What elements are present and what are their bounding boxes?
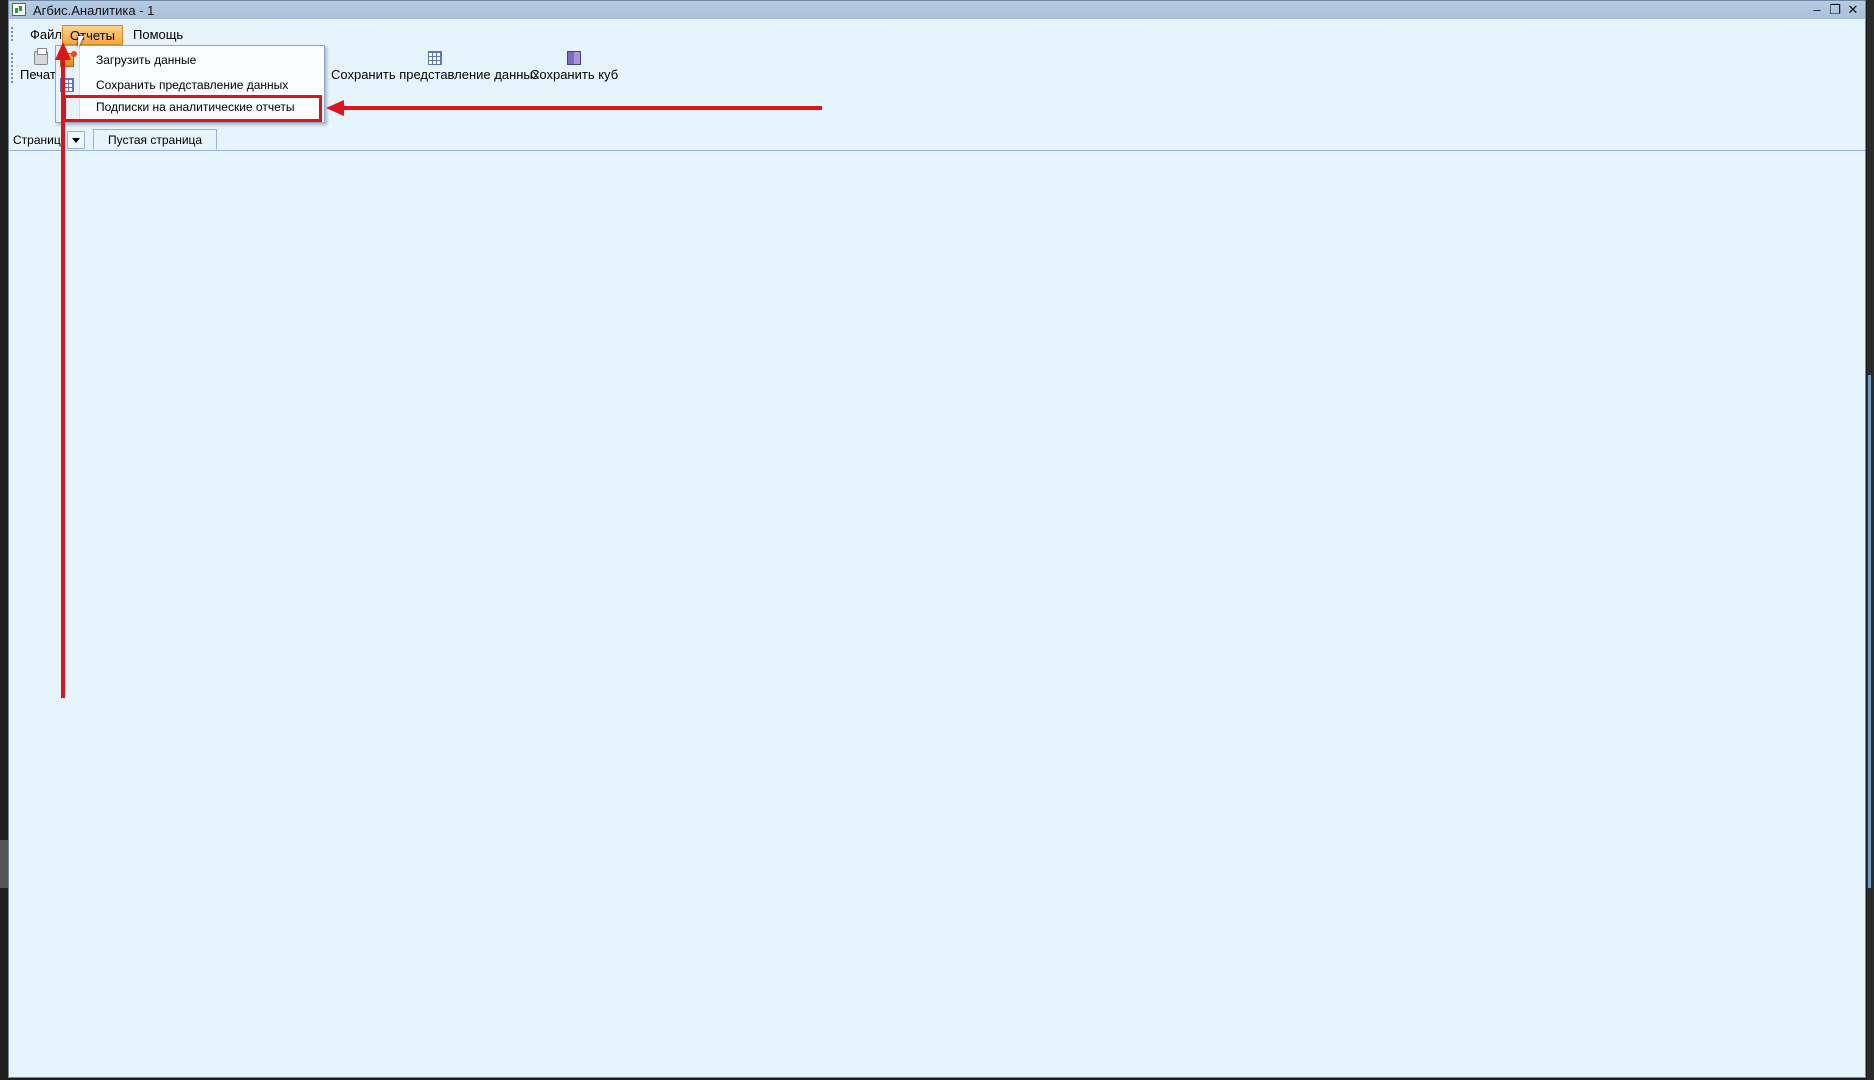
pages-dropdown-button[interactable] [67, 131, 85, 149]
cube-icon [567, 51, 582, 65]
mouse-cursor-icon [78, 36, 84, 48]
annotation-arrow-horizontal [340, 106, 822, 110]
menu-item-analytics-subscriptions[interactable]: Подписки на аналитические отчеты [56, 96, 324, 118]
close-button[interactable]: ✕ [1843, 1, 1863, 19]
reports-dropdown-menu: Загрузить данные Сохранить представление… [55, 45, 325, 123]
title-bar[interactable]: Агбис.Аналитика - 1 ‒ ❐ ✕ [9, 1, 1865, 19]
save-view-label: Сохранить представление данных [331, 67, 540, 82]
minimize-button[interactable]: ‒ [1807, 1, 1827, 19]
restore-button[interactable]: ❐ [1825, 1, 1845, 19]
menu-item-label: Подписки на аналитические отчеты [96, 100, 295, 114]
app-window: Агбис.Аналитика - 1 ‒ ❐ ✕ Файл Отчеты По… [8, 0, 1866, 1078]
window-title: Агбис.Аналитика - 1 [33, 3, 155, 18]
annotation-arrow-vertical [61, 58, 65, 698]
screen-right-edge [1867, 0, 1874, 1080]
scroll-accent [1868, 375, 1871, 888]
screen-left-edge [0, 840, 8, 888]
menu-item-label: Загрузить данные [96, 53, 197, 67]
tab-empty-page[interactable]: Пустая страница [93, 129, 218, 150]
menu-bar: Файл Отчеты Помощь [9, 23, 1865, 45]
menu-item-save-view[interactable]: Сохранить представление данных [56, 74, 324, 96]
printer-icon [34, 48, 49, 65]
page-tab-bar: Страницы Пустая страница [9, 129, 1865, 151]
save-cube-button[interactable]: Сохранить куб [530, 51, 618, 82]
menu-help[interactable]: Помощь [126, 25, 190, 45]
app-chart-icon [12, 3, 26, 16]
pages-label: Страницы [13, 133, 61, 147]
save-cube-label: Сохранить куб [530, 67, 619, 82]
menubar-grip-icon[interactable] [11, 27, 15, 41]
menu-item-load-data[interactable]: Загрузить данные [56, 49, 324, 71]
menu-reports[interactable]: Отчеты [62, 25, 123, 45]
save-view-button[interactable]: Сохранить представление данных [331, 51, 539, 82]
grid-icon [428, 51, 443, 65]
toolbar-grip-icon[interactable] [11, 53, 15, 83]
menu-item-label: Сохранить представление данных [96, 78, 289, 92]
